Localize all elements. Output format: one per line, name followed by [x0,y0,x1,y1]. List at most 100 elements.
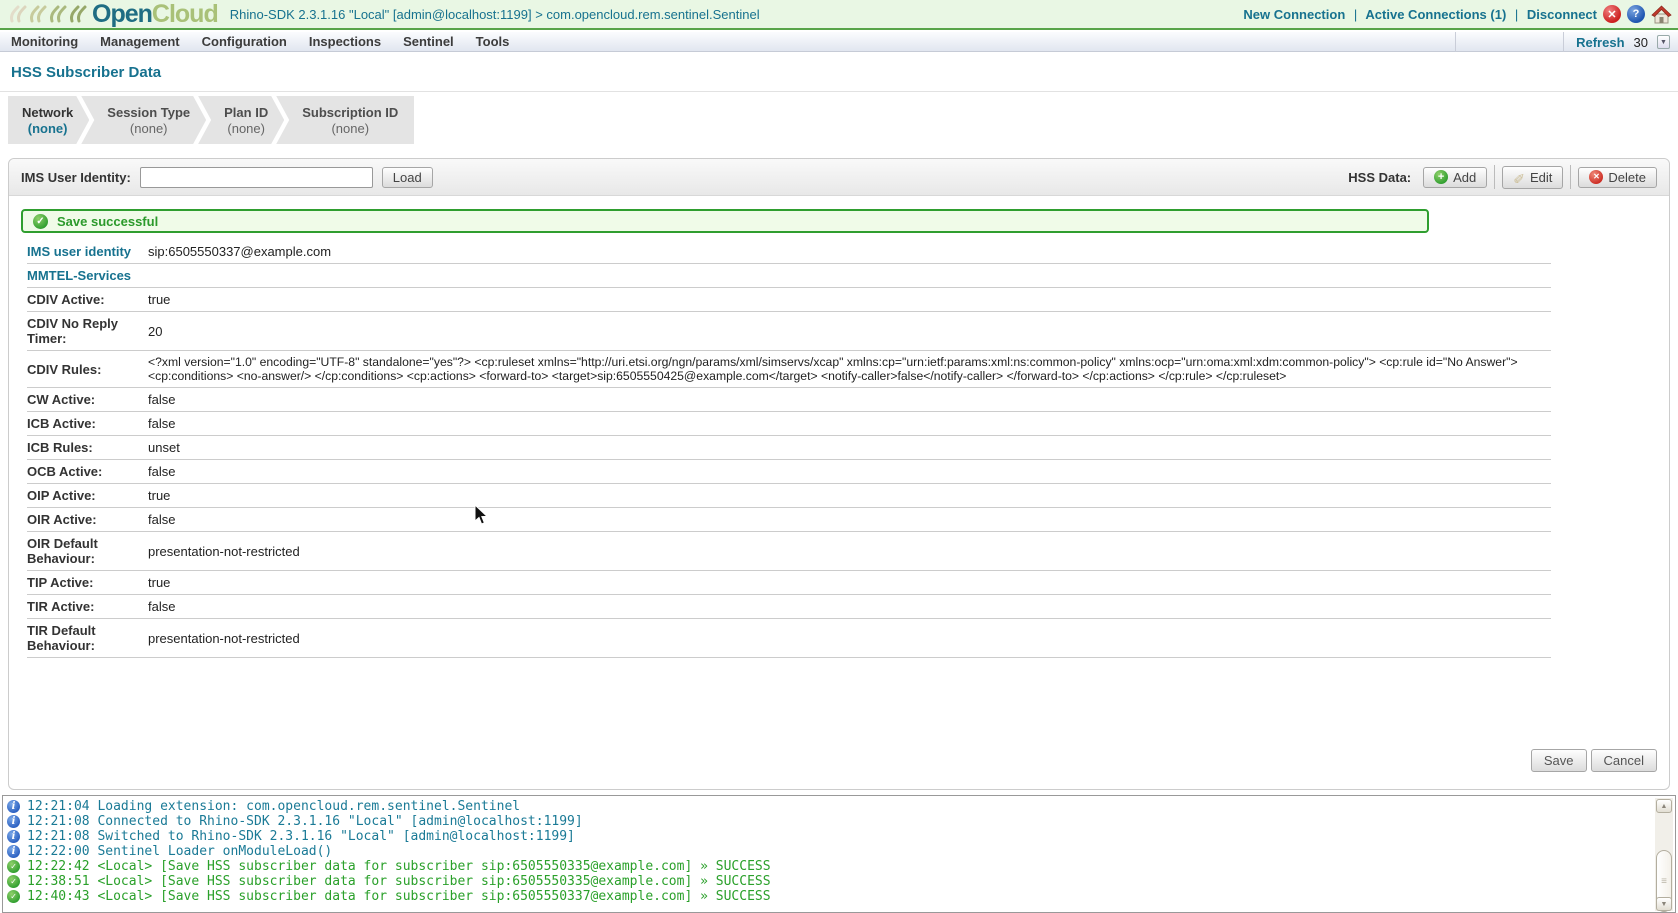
add-icon: + [1434,170,1448,184]
row-label: OIR Default Behaviour: [27,532,148,571]
save-button[interactable]: Save [1531,749,1587,772]
log-text: 12:22:42 <Local> [Save HSS subscriber da… [27,859,771,874]
menu-item[interactable]: Monitoring [0,32,89,51]
log-text: 12:21:08 Connected to Rhino-SDK 2.3.1.16… [27,814,583,829]
header-links: New Connection | Active Connections (1) … [1243,7,1597,22]
log-timestamp: 12:22:00 [27,844,90,859]
log-entry: 12:21:08 Connected to Rhino-SDK 2.3.1.16… [7,814,1651,829]
wizard-step-value: (none) [28,121,68,136]
refresh-interval-stepper[interactable]: ▼ [1657,35,1670,49]
edit-button-label: Edit [1530,170,1552,185]
ims-user-identity-input[interactable] [140,167,373,188]
wizard-step-label: Plan ID [224,105,268,120]
row-value: false [148,595,1551,619]
menu-item[interactable]: Tools [465,32,521,51]
toolbar-divider [1494,165,1495,189]
home-icon[interactable] [1651,5,1672,24]
panel-actions: Save Cancel [1531,749,1657,772]
add-button[interactable]: + Add [1423,167,1487,188]
load-button[interactable]: Load [382,167,433,188]
row-label: ICB Active: [27,412,148,436]
wizard-step[interactable]: Session Type (none) [81,96,206,144]
active-connections-link[interactable]: Active Connections (1) [1365,7,1506,22]
toolbar-divider [1570,165,1571,189]
wizard-breadcrumb: Network (none) Session Type (none) Plan … [8,96,414,144]
wizard-step-label: Subscription ID [302,105,398,120]
table-row: ICB Active: false [27,412,1551,436]
subscriber-data-table: IMS user identity sip:6505550337@example… [27,240,1551,658]
load-button-label: Load [393,170,422,185]
new-connection-link[interactable]: New Connection [1243,7,1345,22]
table-row: ICB Rules: unset [27,436,1551,460]
table-row: OIR Active: false [27,508,1551,532]
table-row: TIR Active: false [27,595,1551,619]
row-value: <?xml version="1.0" encoding="UTF-8" sta… [148,351,1551,388]
wizard-step-value: (none) [130,121,168,136]
success-check-icon: ✓ [33,214,48,229]
row-value: true [148,484,1551,508]
table-row: TIP Active: true [27,571,1551,595]
save-successful-banner: ✓ Save successful [21,209,1429,233]
refresh-label[interactable]: Refresh [1576,35,1624,50]
wizard-step[interactable]: Plan ID (none) [198,96,284,144]
panel-body: ✓ Save successful IMS user identity sip:… [9,196,1669,670]
app-header: OpenCloud Rhino-SDK 2.3.1.16 "Local" [ad… [0,0,1678,30]
table-row: TIR Default Behaviour: presentation-not-… [27,619,1551,658]
menu-item[interactable]: Inspections [298,32,392,51]
help-icon[interactable]: ? [1627,5,1645,23]
menu-item[interactable]: Configuration [191,32,298,51]
row-label: CDIV Rules: [27,351,148,388]
row-label: CW Active: [27,388,148,412]
panel-toolbar: IMS User Identity: Load HSS Data: + Add … [9,159,1669,196]
delete-button[interactable]: ✕ Delete [1578,167,1657,188]
log-timestamp: 12:40:43 [27,889,90,904]
edit-icon: ✎ [1513,169,1525,186]
table-row: OIR Default Behaviour: presentation-not-… [27,532,1551,571]
scroll-down-icon[interactable]: ▼ [1656,897,1672,911]
row-value: unset [148,436,1551,460]
log-status-icon [7,860,20,873]
link-separator: | [1515,7,1518,22]
wizard-step-label: Session Type [107,105,190,120]
row-label: OCB Active: [27,460,148,484]
edit-button[interactable]: ✎ Edit [1502,166,1563,189]
brand-cloud: Cloud [152,0,218,28]
row-value: false [148,412,1551,436]
hss-data-label: HSS Data: [1348,170,1411,185]
table-row: IMS user identity sip:6505550337@example… [27,240,1551,264]
table-row: MMTEL-Services [27,264,1551,288]
disconnect-link[interactable]: Disconnect [1527,7,1597,22]
menu-item[interactable]: Management [89,32,190,51]
row-label: CDIV Active: [27,288,148,312]
log-text: 12:40:43 <Local> [Save HSS subscriber da… [27,889,771,904]
wizard-step[interactable]: Subscription ID (none) [276,96,414,144]
log-status-icon [7,845,20,858]
row-label: TIR Default Behaviour: [27,619,148,658]
log-status-icon [7,815,20,828]
log-entry: 12:22:00 Sentinel Loader onModuleLoad() [7,844,1651,859]
log-timestamp: 12:21:08 [27,814,90,829]
save-successful-text: Save successful [57,214,158,229]
log-entry: 12:21:04 Loading extension: com.openclou… [7,799,1651,814]
log-scrollbar: ▲ ▼ [1655,798,1673,911]
log-message: Connected to Rhino-SDK 2.3.1.16 "Local" … [97,814,582,829]
log-text: 12:38:51 <Local> [Save HSS subscriber da… [27,874,771,889]
delete-button-label: Delete [1608,170,1646,185]
ims-user-identity-label: IMS User Identity: [21,170,131,185]
row-value: 20 [148,312,1551,351]
row-label: CDIV No Reply Timer: [27,312,148,351]
row-value: true [148,288,1551,312]
title-row: HSS Subscriber Data [0,53,1678,92]
log-text: 12:21:08 Switched to Rhino-SDK 2.3.1.16 … [27,829,575,844]
wizard-step[interactable]: Network (none) [8,96,89,144]
close-icon[interactable]: ✕ [1603,5,1621,23]
scroll-up-icon[interactable]: ▲ [1656,799,1672,813]
row-value: false [148,508,1551,532]
row-label: TIR Active: [27,595,148,619]
menu-item[interactable]: Sentinel [392,32,465,51]
brand-open: Open [92,0,152,28]
cancel-button-label: Cancel [1604,753,1644,768]
page-title: HSS Subscriber Data [11,64,161,81]
log-status-icon [7,890,20,903]
cancel-button[interactable]: Cancel [1591,749,1657,772]
